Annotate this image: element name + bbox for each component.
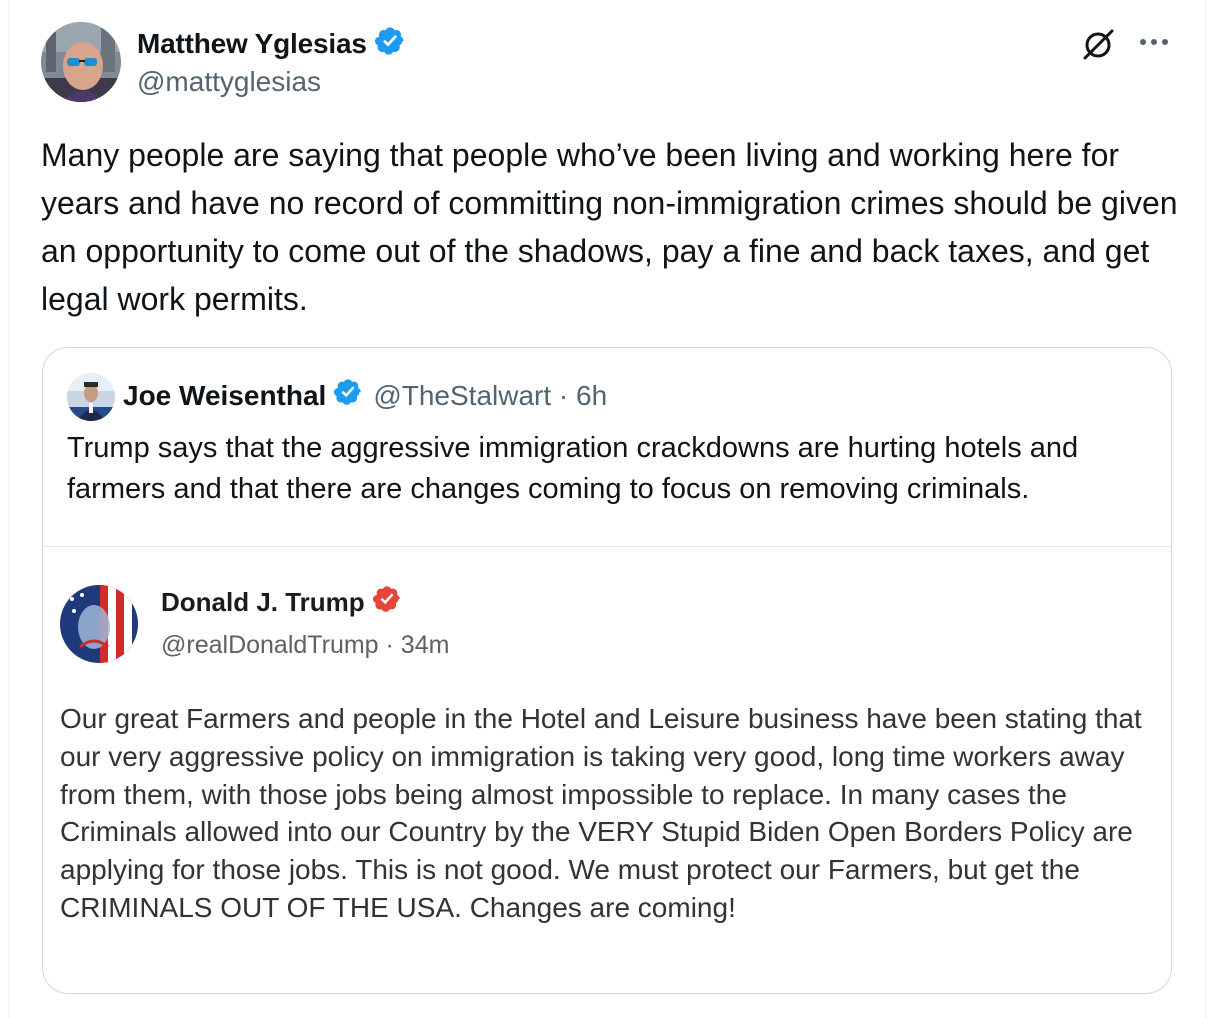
author-name[interactable]: Matthew Yglesias bbox=[137, 28, 367, 60]
more-options-icon[interactable] bbox=[1136, 28, 1172, 56]
quoted-author-row[interactable]: Joe Weisenthal @TheStalwart · 6h bbox=[123, 377, 607, 414]
embedded-author-name: Donald J. Trump bbox=[161, 587, 365, 617]
divider bbox=[43, 546, 1171, 547]
grok-icon[interactable] bbox=[1080, 26, 1116, 62]
quoted-tweet-body: Trump says that the aggressive immigrati… bbox=[67, 432, 1079, 505]
verified-badge-icon bbox=[372, 584, 402, 621]
author-name-row[interactable]: Matthew Yglesias bbox=[137, 25, 406, 62]
embedded-author-avatar bbox=[60, 585, 138, 663]
embedded-author-handle: @realDonaldTrump · 34m bbox=[161, 631, 450, 659]
quoted-author-avatar[interactable] bbox=[67, 373, 115, 421]
quoted-author-handle[interactable]: @TheStalwart · 6h bbox=[373, 380, 607, 412]
author-avatar[interactable] bbox=[41, 22, 121, 102]
verified-badge-icon bbox=[333, 377, 363, 414]
quoted-tweet[interactable]: Joe Weisenthal @TheStalwart · 6h Trump s… bbox=[42, 347, 1172, 994]
embedded-author-row: Donald J. Trump bbox=[161, 584, 402, 621]
author-handle[interactable]: @mattyglesias bbox=[137, 66, 321, 98]
embedded-post-body: Our great Farmers and people in the Hote… bbox=[60, 703, 1142, 923]
tweet-body: Many people are saying that people who’v… bbox=[41, 137, 1178, 317]
quoted-author-name[interactable]: Joe Weisenthal bbox=[123, 380, 326, 412]
verified-badge-icon bbox=[374, 25, 406, 62]
